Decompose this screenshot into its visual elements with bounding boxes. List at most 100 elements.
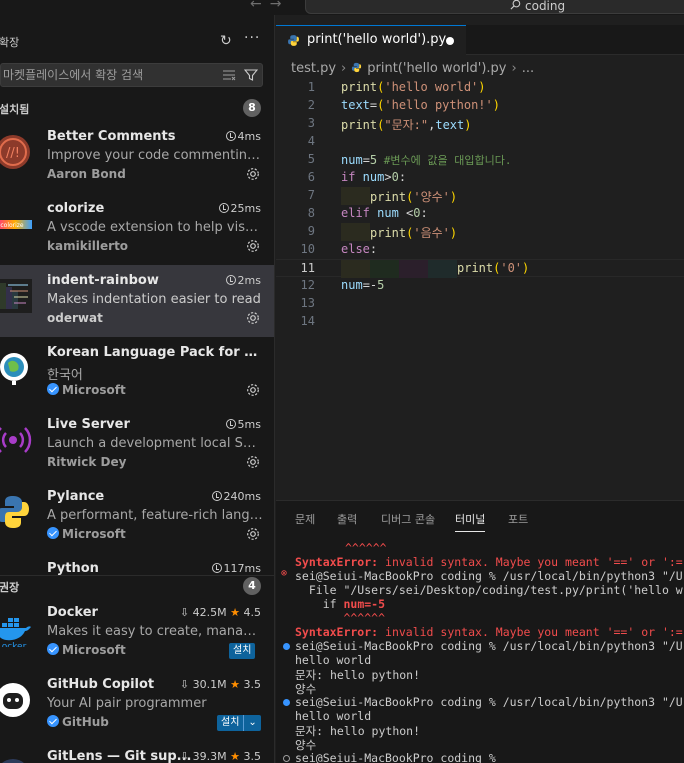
code-line: 10 else: (276, 241, 684, 259)
back-arrow-icon[interactable]: ← (250, 0, 270, 12)
svg-text:colorize: colorize (0, 222, 24, 229)
svg-text://!: //! (6, 146, 20, 161)
manage-gear-icon[interactable] (245, 310, 261, 326)
line-number: 9 (307, 224, 315, 238)
breadcrumb-symbol[interactable]: ... (522, 61, 534, 76)
extension-stats: ⇩ 30.1M ★ 3.5 (179, 678, 261, 691)
extension-author: kamikillerto (47, 239, 129, 253)
extension-item-python[interactable]: Python 117ms (0, 553, 274, 575)
line-text: if num>0: (341, 170, 407, 184)
terminal-line: sei@Seiui-MacBookPro coding % (276, 751, 684, 763)
bottom-panel: 문제 출력 디버그 콘솔 터미널 포트 ^^^^^^ SyntaxError: … (276, 500, 684, 763)
indent-guide (399, 260, 428, 278)
line-text: print('음수') (370, 226, 458, 240)
breadcrumb-folder[interactable]: test.py (291, 61, 336, 76)
unsaved-dot-icon[interactable] (446, 37, 454, 45)
install-button[interactable]: 설치 (217, 715, 243, 731)
extension-item-korean-language-pack[interactable]: Korean Language Pack for Visu... 한국어 Mic… (0, 337, 274, 409)
terminal-line: 양수 (295, 738, 317, 752)
line-number: 6 (307, 170, 315, 184)
sidebar-header: 확장 ↻ ··· (0, 30, 274, 52)
line-text: num=5 #변수에 값을 대입합니다. (341, 153, 512, 167)
tab-ports[interactable]: 포트 (508, 511, 528, 527)
terminal-line: ⊗ sei@Seiui-MacBookPro coding % /usr/loca… (281, 568, 683, 584)
manage-gear-icon[interactable] (245, 382, 261, 398)
extension-item-docker[interactable]: ocker Docker ⇩ 42.5M ★ 4.5 Makes it easy… (0, 597, 274, 669)
extension-item-better-comments[interactable]: //! Better Comments 4ms Improve your cod… (0, 121, 274, 193)
extension-item-gitlens[interactable]: GitLens — Git sup... ⇩ 39.3M ★ 3.5 (0, 741, 274, 763)
terminal-line: ^^^^^^ (295, 611, 386, 625)
extension-item-github-copilot[interactable]: GitHub Copilot ⇩ 30.1M ★ 3.5 Your AI pai… (0, 669, 274, 741)
terminal-line: if num=-5 (295, 597, 386, 611)
clear-sort-icon[interactable] (222, 69, 236, 81)
verified-publisher-icon (47, 643, 59, 655)
verified-publisher-icon (47, 383, 59, 395)
more-actions-icon[interactable]: ··· (244, 30, 260, 46)
extension-name: indent-rainbow (47, 273, 159, 288)
line-number: 10 (300, 242, 315, 256)
extension-item-live-server[interactable]: Live Server 5ms Launch a development loc… (0, 409, 274, 481)
terminal-line: sei@Seiui-MacBookPro coding % /usr/local… (276, 639, 684, 653)
success-dot-icon (283, 643, 290, 650)
terminal-line: 문자: hello python! (295, 668, 421, 682)
sidebar-title: 확장 (0, 36, 20, 49)
activation-time: 2ms (225, 274, 261, 287)
tab-debug-console[interactable]: 디버그 콘솔 (381, 511, 435, 527)
filter-icon[interactable] (244, 68, 258, 82)
verified-publisher-icon (47, 527, 59, 539)
line-text: print('hello world') (341, 80, 486, 94)
manage-gear-icon[interactable] (245, 166, 261, 182)
installed-section-title: 설치됨 (0, 103, 30, 116)
installed-section-header[interactable]: 설치됨 8 (0, 98, 274, 120)
star-icon: ★ (230, 606, 240, 619)
tab-output[interactable]: 출력 (337, 511, 357, 527)
code-line: 9 print('음수') (276, 223, 684, 241)
manage-gear-icon[interactable] (245, 238, 261, 254)
command-center-label: coding (525, 0, 566, 13)
install-button[interactable]: 설치 (229, 643, 256, 659)
extension-stats: ⇩ 42.5M ★ 4.5 (179, 606, 261, 619)
clock-icon (225, 419, 236, 429)
extension-description: Improve your code commenting b... (47, 148, 263, 163)
tab-terminal[interactable]: 터미널 (455, 511, 486, 532)
code-line: 2 text=('hello python!') (276, 97, 684, 115)
extension-description: 한국어 (47, 368, 83, 383)
indent-guide (341, 187, 370, 205)
extension-item-colorize[interactable]: colorize colorize 25ms A vscode extensio… (0, 193, 274, 265)
python-file-icon (352, 62, 362, 73)
clock-icon (225, 275, 236, 285)
forward-arrow-icon[interactable]: → (270, 0, 290, 12)
extension-name: Korean Language Pack for Visu... (47, 345, 262, 360)
manage-gear-icon[interactable] (245, 526, 261, 542)
command-center[interactable]: coding (305, 0, 684, 14)
extension-item-pylance[interactable]: Pylance 240ms A performant, feature-rich… (0, 481, 274, 553)
python-file-icon (288, 35, 299, 46)
extension-item-indent-rainbow[interactable]: indent-rainbow 2ms Makes indentation eas… (0, 265, 274, 337)
indent-guide (428, 260, 457, 278)
line-number: 12 (300, 278, 315, 292)
install-split-button[interactable]: 설치 ⌄ (217, 715, 261, 731)
line-text: print('양수') (370, 190, 458, 204)
line-text: elif num <0: (341, 206, 428, 220)
line-text: text=('hello python!') (341, 98, 500, 112)
tab-problems[interactable]: 문제 (295, 511, 315, 527)
verified-publisher-icon (47, 715, 59, 727)
title-bar: ←→ coding (0, 0, 684, 15)
extension-search-input[interactable] (1, 64, 211, 86)
breadcrumb-file[interactable]: print('hello world').py (367, 61, 506, 76)
indent-rainbow-logo-icon (0, 279, 32, 313)
line-number: 2 (307, 98, 315, 112)
activation-time: 5ms (225, 418, 261, 431)
extension-author: Microsoft (47, 383, 126, 397)
code-line: 7 print('양수') (276, 187, 684, 205)
chevron-down-icon[interactable]: ⌄ (243, 715, 260, 731)
clock-icon (211, 491, 222, 501)
tab-label: print('hello world').py (307, 32, 447, 47)
indent-guide (370, 260, 399, 278)
tab-print-hello-world-py[interactable]: print('hello world').py (276, 25, 466, 55)
refresh-icon[interactable]: ↻ (220, 33, 232, 49)
recommended-section-header[interactable]: 권장 4 (0, 575, 274, 597)
extension-author: GitHub (47, 715, 109, 729)
extension-description: A performant, feature-rich langua... (47, 508, 263, 523)
manage-gear-icon[interactable] (245, 454, 261, 470)
